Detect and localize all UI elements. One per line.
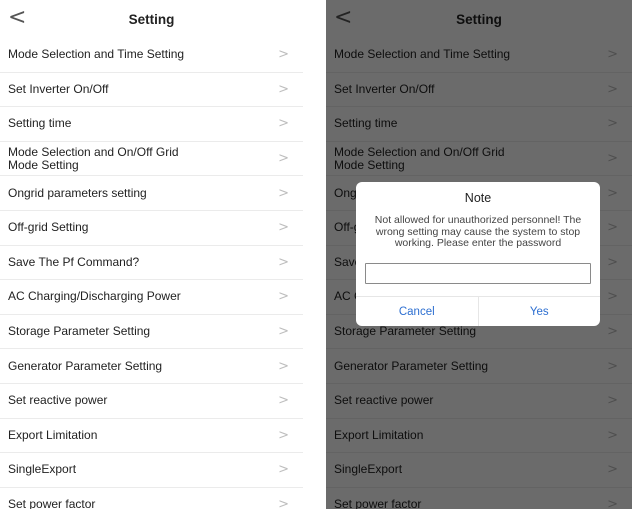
chevron-right-icon: >: [278, 254, 289, 270]
chevron-right-icon: >: [278, 151, 289, 167]
list-item-label: Mode Selection and On/Off Grid Mode Sett…: [8, 144, 179, 172]
chevron-right-icon: >: [278, 393, 289, 409]
list-item[interactable]: Export Limitation >: [0, 419, 303, 454]
chevron-right-icon: >: [278, 47, 289, 63]
chevron-right-icon: >: [278, 462, 289, 478]
list-item[interactable]: Mode Selection and On/Off Grid Mode Sett…: [0, 142, 303, 177]
list-item-label: Set reactive power: [8, 393, 108, 408]
list-item-label: Set power factor: [8, 497, 96, 509]
dialog-message: Not allowed for unauthorized personnel! …: [374, 214, 582, 249]
list-item-label: Export Limitation: [8, 427, 98, 442]
list-item[interactable]: AC Charging/Discharging Power >: [0, 280, 303, 315]
cancel-button[interactable]: Cancel: [356, 297, 478, 326]
list-item[interactable]: Set power factor >: [0, 488, 303, 509]
list-item-label: Off-grid Setting: [8, 220, 89, 235]
list-item[interactable]: Set reactive power >: [0, 384, 303, 419]
list-item[interactable]: Storage Parameter Setting >: [0, 315, 303, 350]
list-item-label: Save The Pf Command?: [8, 254, 140, 269]
list-item[interactable]: Set Inverter On/Off >: [0, 73, 303, 108]
chevron-right-icon: >: [278, 116, 289, 132]
list-item-label: Setting time: [8, 116, 72, 131]
list-item[interactable]: Mode Selection and Time Setting >: [0, 38, 303, 73]
list-item[interactable]: Off-grid Setting >: [0, 211, 303, 246]
list-item-label: Generator Parameter Setting: [8, 358, 163, 373]
settings-screen-with-dialog: < Setting Mode Selection and Time Settin…: [326, 0, 632, 509]
list-item-label: Set Inverter On/Off: [8, 81, 109, 96]
chevron-right-icon: >: [278, 497, 289, 509]
back-icon[interactable]: <: [8, 6, 26, 30]
settings-list: Mode Selection and Time Setting > Set Inv…: [0, 38, 303, 509]
list-item[interactable]: Save The Pf Command? >: [0, 246, 303, 281]
page-title: Setting: [128, 11, 175, 27]
header: < Setting: [0, 0, 303, 38]
chevron-right-icon: >: [278, 185, 289, 201]
chevron-right-icon: >: [278, 220, 289, 236]
chevron-right-icon: >: [278, 358, 289, 374]
yes-button[interactable]: Yes: [477, 297, 601, 326]
list-item-label: Mode Selection and Time Setting: [8, 47, 185, 62]
list-item-label: AC Charging/Discharging Power: [8, 289, 181, 304]
chevron-right-icon: >: [278, 289, 289, 305]
list-item-label: SingleExport: [8, 462, 77, 477]
list-item-label: Ongrid parameters setting: [8, 185, 147, 200]
password-dialog: Note Not allowed for unauthorized person…: [356, 182, 600, 326]
list-item[interactable]: Ongrid parameters setting >: [0, 176, 303, 211]
list-item[interactable]: Setting time >: [0, 107, 303, 142]
password-input[interactable]: [365, 262, 591, 284]
list-item[interactable]: Generator Parameter Setting >: [0, 349, 303, 384]
settings-screen: < Setting Mode Selection and Time Settin…: [0, 0, 303, 509]
chevron-right-icon: >: [278, 81, 289, 97]
dialog-actions: Cancel Yes: [356, 296, 600, 326]
chevron-right-icon: >: [278, 324, 289, 340]
list-item[interactable]: SingleExport >: [0, 453, 303, 488]
list-item-label: Storage Parameter Setting: [8, 324, 151, 339]
dialog-title: Note: [464, 191, 492, 205]
chevron-right-icon: >: [278, 427, 289, 443]
